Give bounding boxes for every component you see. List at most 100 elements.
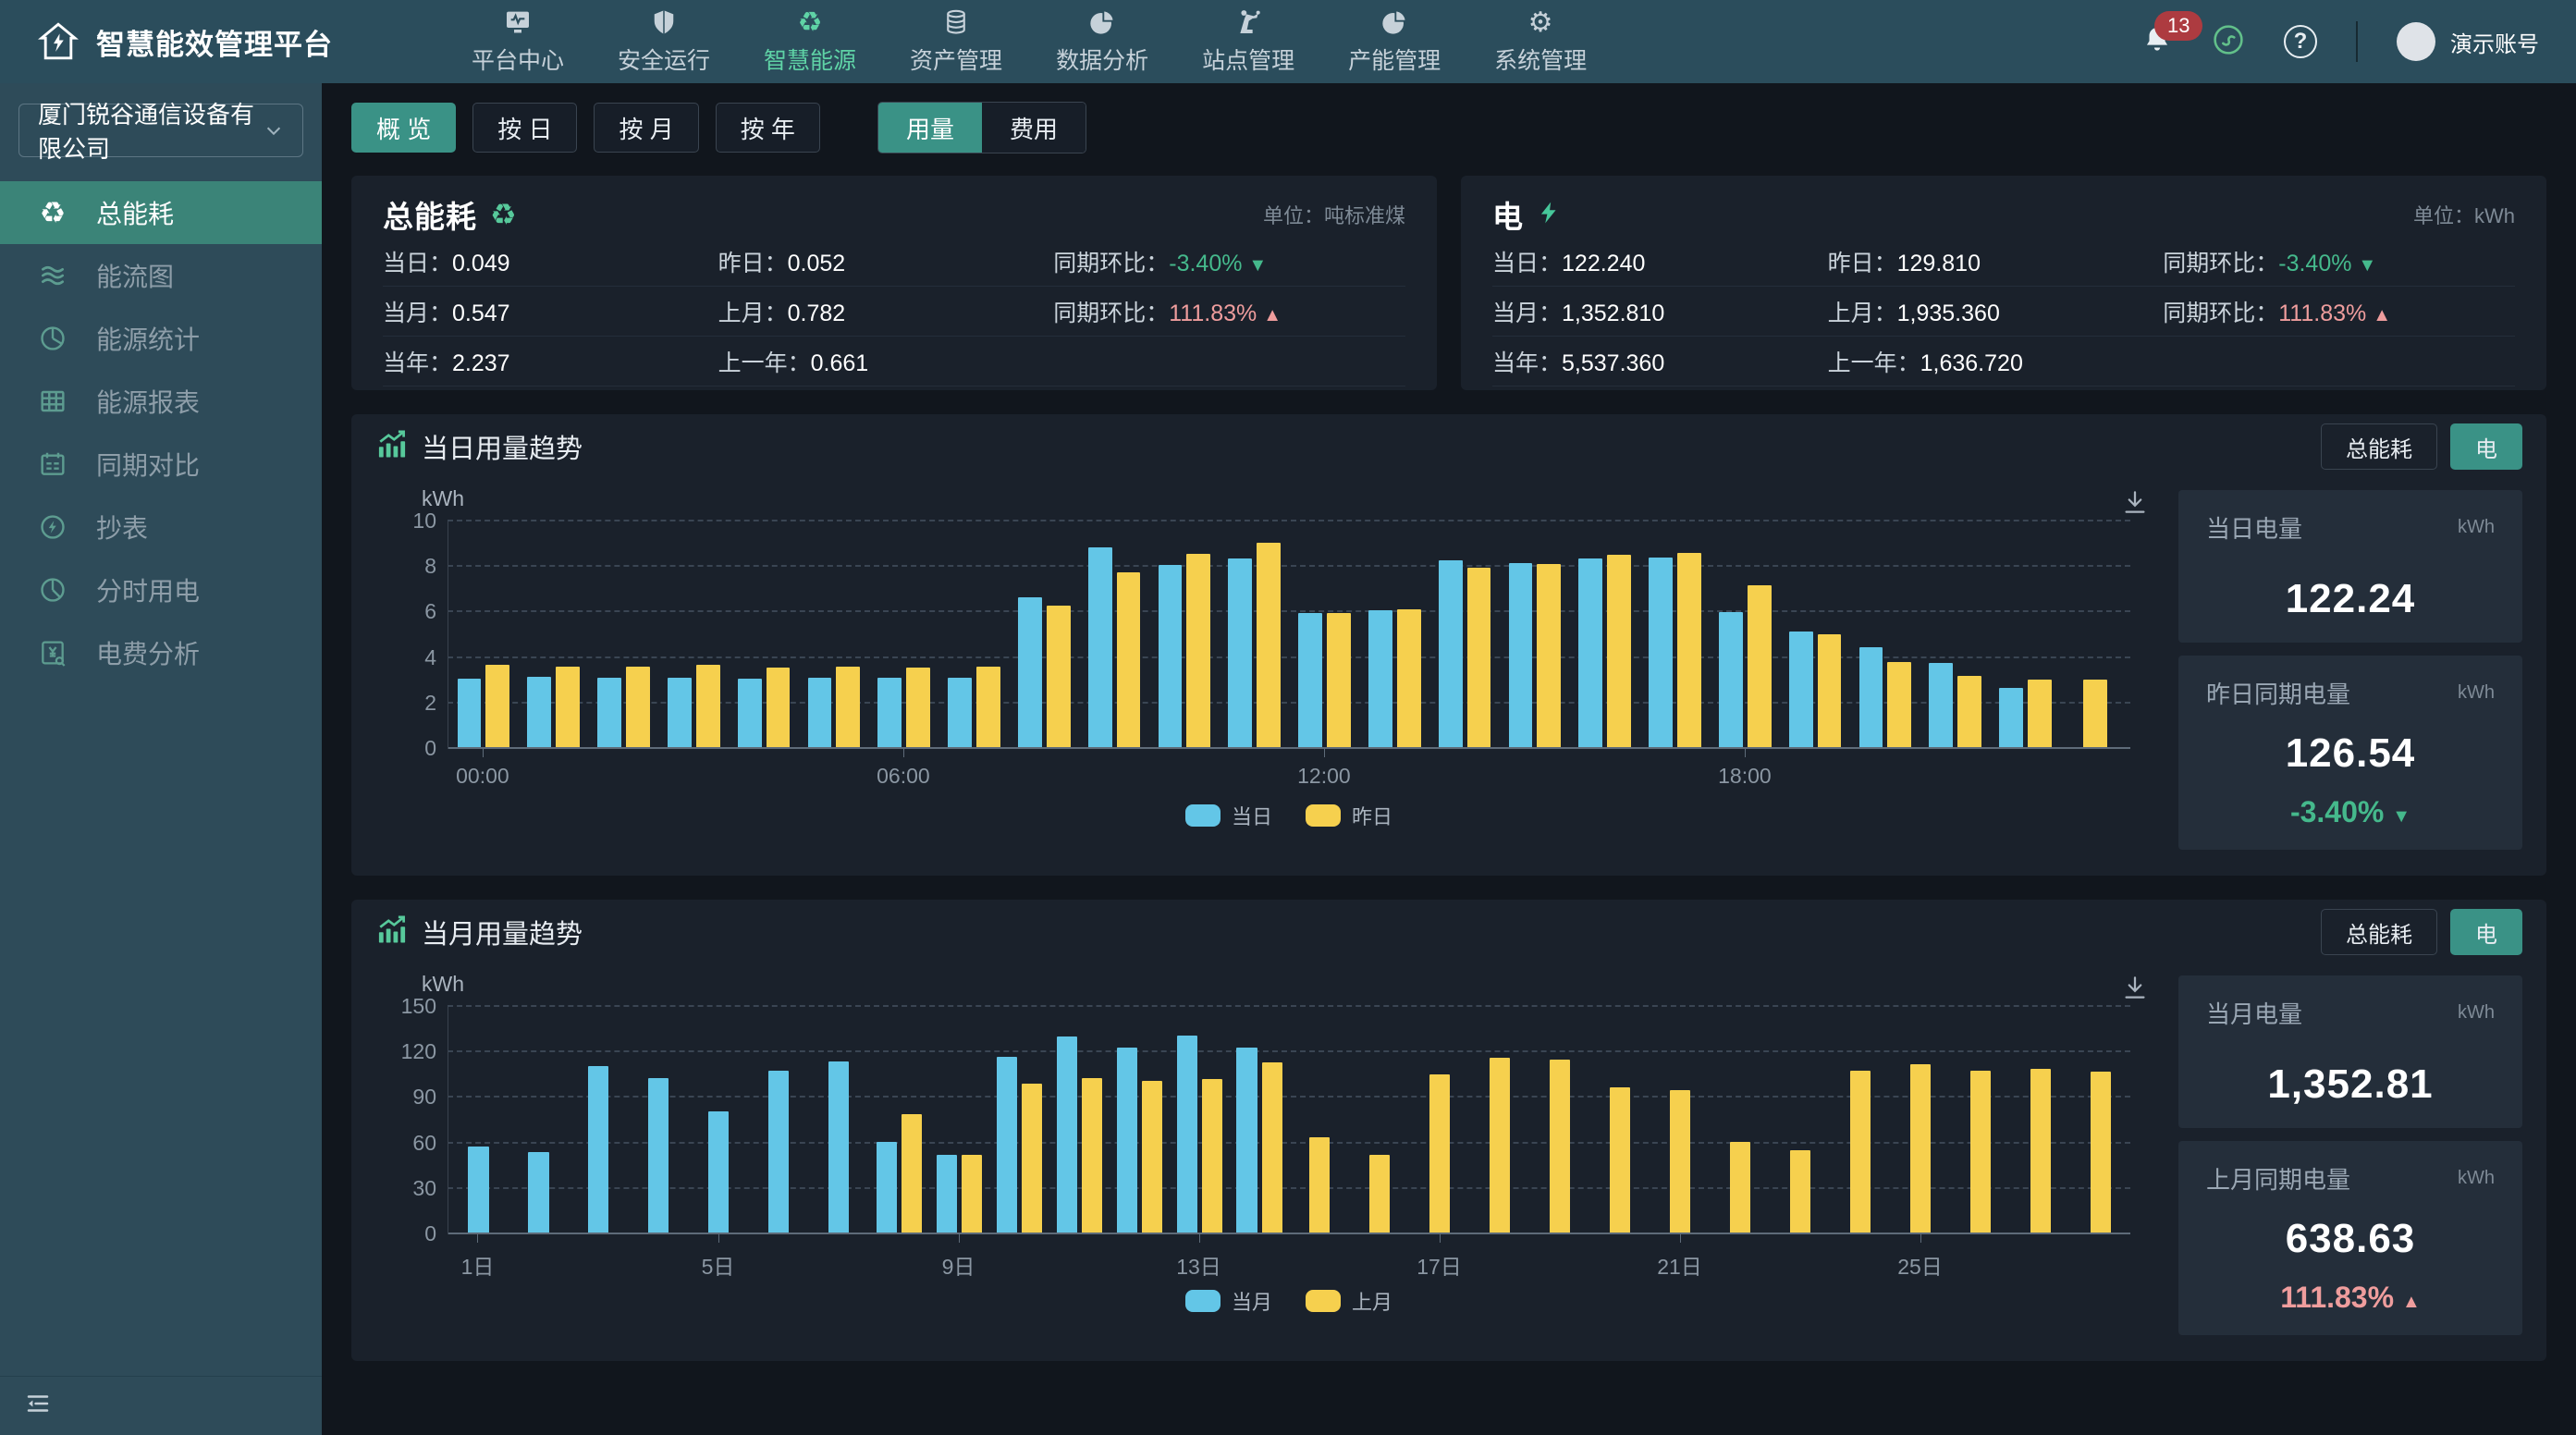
bar	[1730, 1142, 1750, 1233]
today-electricity-stat: 当日电量 kWh 122.24	[2178, 490, 2522, 643]
category-slot	[1429, 560, 1500, 747]
sidebar-item-energy-flow[interactable]: 能流图	[0, 244, 322, 307]
bar	[556, 667, 580, 747]
card-row: 当月：0.547 上月：0.782 同期环比：111.83% ▲	[383, 287, 1405, 337]
bolt-icon	[1537, 198, 1561, 232]
yesterday-electricity-stat: 昨日同期电量 kWh 126.54 -3.40% ▼	[2178, 656, 2522, 850]
sidebar-footer	[0, 1376, 322, 1435]
bar	[527, 677, 551, 747]
toggle-usage[interactable]: 用量	[878, 103, 982, 153]
sidebar-item-period-compare[interactable]: 同期对比	[0, 433, 322, 496]
help-button[interactable]: ?	[2284, 25, 2317, 58]
sidebar-item-energy-report[interactable]: 能源报表	[0, 370, 322, 433]
stat-card-value: 1,352.81	[2206, 1061, 2495, 1108]
stat-label: 当日：	[383, 251, 452, 276]
up-arrow-icon: ▲	[2402, 1292, 2421, 1312]
nav-item-platform-center[interactable]: 平台中心	[472, 7, 564, 76]
nav-item-asset-management[interactable]: 资产管理	[910, 7, 1002, 76]
nav-item-label: 系统管理	[1494, 43, 1587, 76]
tab-by-month[interactable]: 按 月	[594, 103, 698, 153]
daily-electricity-button[interactable]: 电	[2450, 423, 2522, 470]
legend-chip-yellow	[1306, 1290, 1341, 1312]
category-slot	[2060, 680, 2130, 747]
table-icon	[37, 386, 68, 417]
user-menu[interactable]: 演示账号	[2397, 22, 2539, 61]
download-chart-button[interactable]	[2121, 488, 2149, 521]
stat-label: 同期环比：	[1053, 251, 1169, 276]
toggle-cost[interactable]: 费用	[982, 103, 1086, 153]
bar	[1467, 568, 1491, 747]
daily-total-energy-button[interactable]: 总能耗	[2321, 423, 2437, 470]
home-bolt-logo-icon	[37, 20, 80, 63]
stat-value: 5,537.360	[1562, 350, 1664, 376]
feedback-button[interactable]	[2212, 23, 2245, 61]
bar	[2091, 1072, 2111, 1233]
top-navbar: 智慧能效管理平台 平台中心 安全运行 ♻ 智慧能源	[0, 0, 2576, 83]
download-chart-button[interactable]	[2121, 974, 2149, 1006]
category-slot	[1230, 1048, 1290, 1233]
nav-item-smart-energy[interactable]: ♻ 智慧能源	[764, 7, 856, 76]
tab-by-year[interactable]: 按 年	[716, 103, 820, 153]
bar	[1719, 612, 1743, 747]
x-tick-label: 25日	[1897, 1249, 1943, 1281]
stat-label: 同期环比：	[2163, 251, 2278, 276]
sidebar-item-tariff-analysis[interactable]: 电费分析	[0, 621, 322, 684]
legend-item-today[interactable]: 当日	[1185, 801, 1272, 830]
sidebar-item-energy-statistics[interactable]: 能源统计	[0, 307, 322, 370]
bar	[597, 678, 621, 747]
tariff-doc-icon	[37, 637, 68, 668]
legend-item-this-month[interactable]: 当月	[1185, 1286, 1272, 1316]
nav-item-system-management[interactable]: ⚙ 系统管理	[1494, 7, 1587, 76]
up-arrow-icon: ▲	[2373, 305, 2391, 325]
daily-trend-panel: 当日用量趋势 总能耗 电 kWh 024681000:0006:0012:001…	[351, 414, 2546, 876]
chart-trend-icon	[375, 428, 409, 466]
legend-label: 昨日	[1352, 801, 1392, 830]
sidebar-item-meter-reading[interactable]: 抄表	[0, 496, 322, 558]
card-row: 当年：5,537.360 上一年：1,636.720	[1492, 337, 2515, 386]
stat-value: 0.782	[788, 300, 846, 326]
sidebar-item-time-of-use[interactable]: 分时用电	[0, 558, 322, 621]
stat-card-value: 122.24	[2206, 576, 2495, 622]
bar	[1649, 558, 1673, 747]
category-slot	[589, 667, 659, 747]
bar	[1228, 558, 1252, 747]
category-slot	[448, 1147, 509, 1233]
bar	[828, 1061, 849, 1233]
monthly-electricity-button[interactable]: 电	[2450, 909, 2522, 955]
x-axis-tick	[959, 1234, 960, 1243]
x-axis-tick	[483, 749, 484, 757]
y-tick-label: 30	[390, 1176, 436, 1201]
x-tick-label: 18:00	[1718, 764, 1772, 789]
bar	[696, 665, 720, 747]
monthly-total-energy-button[interactable]: 总能耗	[2321, 909, 2437, 955]
nav-item-site-management[interactable]: 站点管理	[1202, 7, 1294, 76]
category-slot	[749, 1071, 809, 1233]
category-slot	[1110, 1048, 1170, 1233]
company-select[interactable]: 厦门锐谷通信设备有限公司	[18, 104, 303, 157]
bar	[1397, 609, 1421, 747]
legend-item-yesterday[interactable]: 昨日	[1306, 801, 1392, 830]
sidebar-menu: ♻ 总能耗 能流图 能源统计	[0, 181, 322, 684]
card-unit-label: 单位：kWh	[2413, 200, 2515, 229]
tab-overview[interactable]: 概 览	[351, 103, 456, 153]
legend-item-last-month[interactable]: 上月	[1306, 1286, 1392, 1316]
collapse-sidebar-button[interactable]	[24, 1390, 52, 1422]
total-energy-card: 总能耗 ♻ 单位：吨标准煤 当日：0.049 昨日：0.052 同期环比：-3.…	[351, 176, 1437, 390]
category-slot	[448, 665, 519, 747]
nav-item-label: 站点管理	[1202, 43, 1294, 76]
x-axis-tick	[477, 1234, 478, 1243]
sidebar-item-total-energy[interactable]: ♻ 总能耗	[0, 181, 322, 244]
stat-value: 0.547	[452, 300, 510, 326]
nav-item-safe-operation[interactable]: 安全运行	[618, 7, 710, 76]
tab-by-day[interactable]: 按 日	[472, 103, 577, 153]
stat-label: 当年：	[1492, 350, 1562, 376]
notifications-button[interactable]: 13	[2141, 24, 2173, 60]
category-slot	[1950, 1071, 2010, 1233]
category-slot	[1220, 543, 1290, 747]
x-axis-tick	[718, 1234, 719, 1243]
nav-item-capacity-management[interactable]: 产能管理	[1348, 7, 1441, 76]
bar	[1910, 1064, 1931, 1233]
company-select-value: 厦门锐谷通信设备有限公司	[38, 96, 254, 165]
nav-item-data-analysis[interactable]: 数据分析	[1056, 7, 1148, 76]
x-axis-line	[448, 1233, 2130, 1234]
